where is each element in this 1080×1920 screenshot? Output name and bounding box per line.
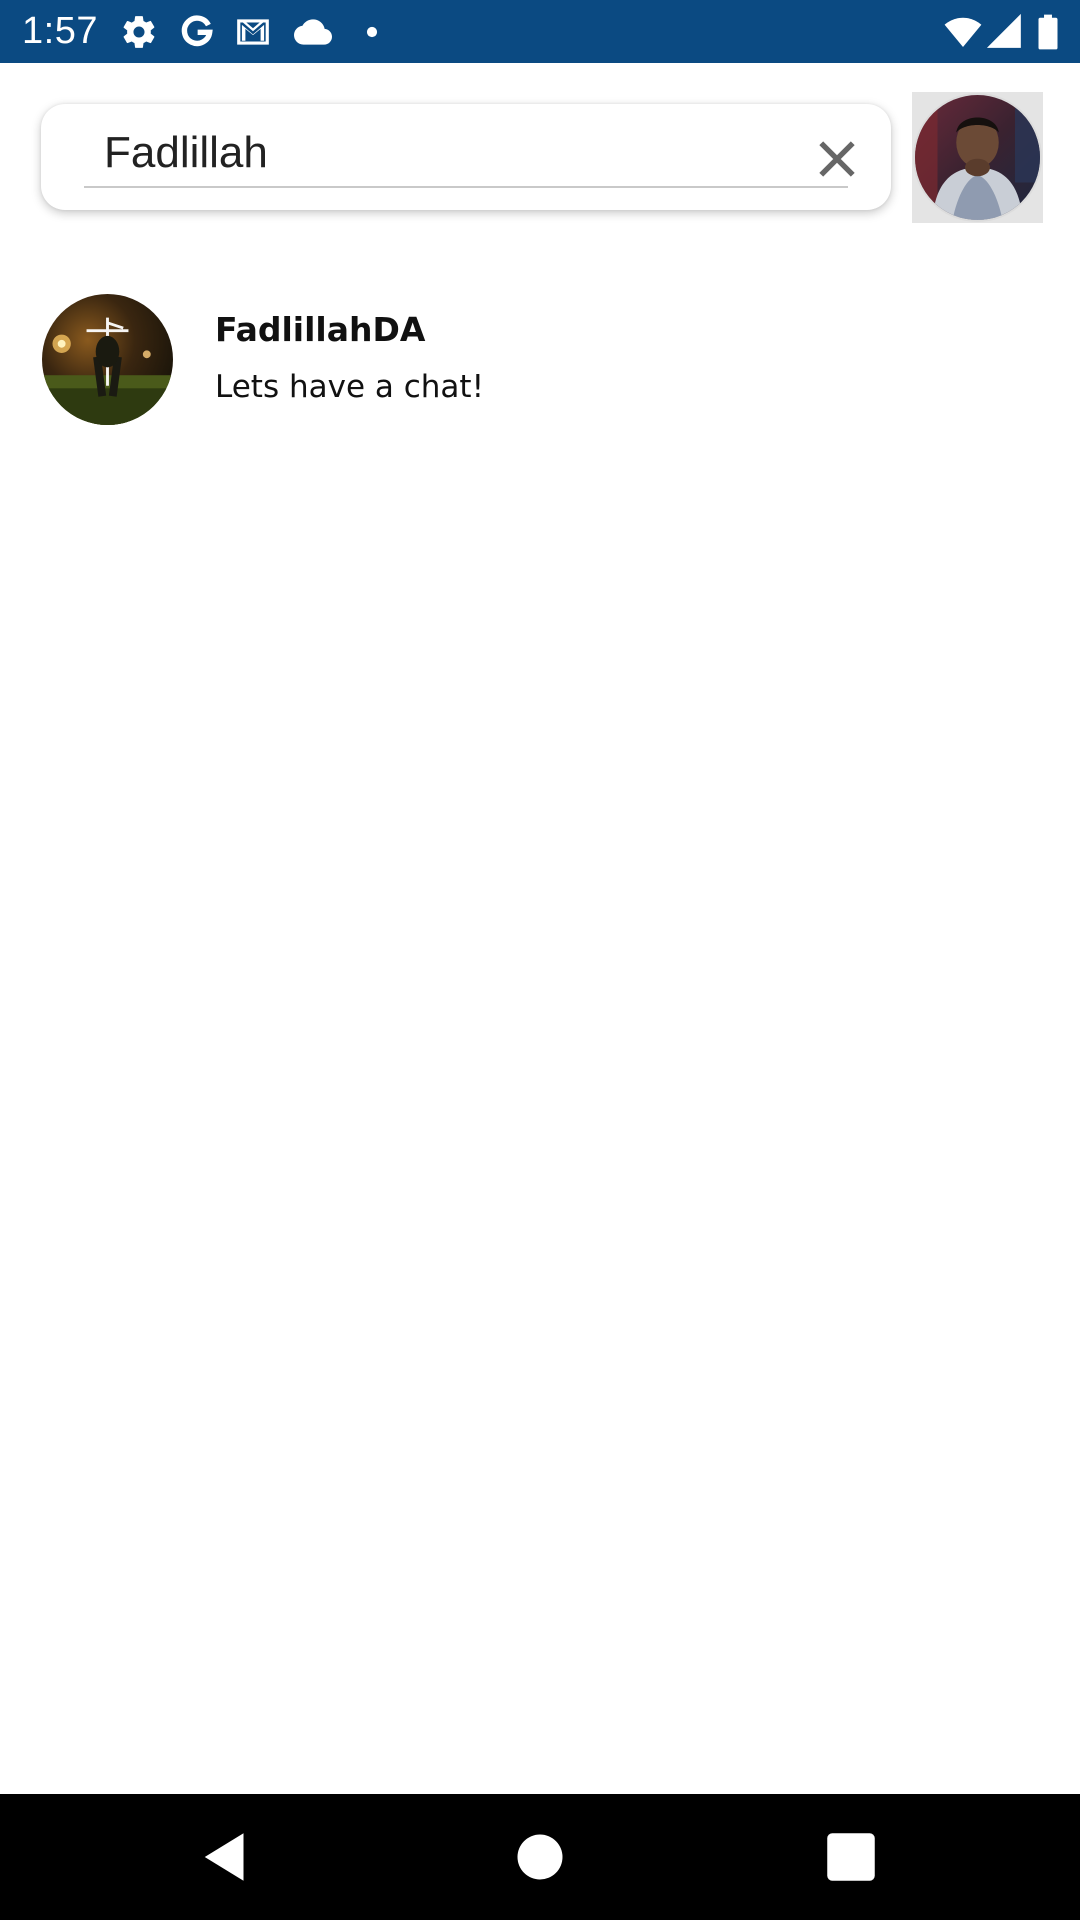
gmail-icon bbox=[234, 13, 272, 51]
list-item[interactable]: FadlillahDA Lets have a chat! bbox=[0, 280, 1080, 440]
avatar bbox=[42, 294, 173, 425]
search-underline bbox=[84, 186, 848, 188]
navigation-bar bbox=[0, 1794, 1080, 1920]
profile-avatar-button[interactable] bbox=[912, 92, 1043, 223]
status-time: 1:57 bbox=[22, 10, 98, 52]
search-bar bbox=[41, 104, 891, 210]
user-avatar-image bbox=[915, 95, 1040, 220]
battery-icon bbox=[1034, 13, 1062, 51]
cloud-icon bbox=[294, 13, 332, 51]
back-icon bbox=[204, 1833, 244, 1881]
google-icon bbox=[178, 13, 216, 51]
dot-icon bbox=[352, 13, 392, 51]
search-input[interactable] bbox=[84, 122, 804, 184]
home-icon bbox=[517, 1834, 563, 1880]
contact-name: FadlillahDA bbox=[215, 310, 426, 349]
cell-signal-icon bbox=[986, 13, 1024, 51]
clear-search-button[interactable] bbox=[810, 132, 864, 186]
contact-avatar-image bbox=[42, 294, 173, 425]
settings-icon bbox=[120, 13, 158, 51]
recents-icon bbox=[827, 1833, 875, 1881]
recents-button[interactable] bbox=[821, 1827, 881, 1887]
contact-status: Lets have a chat! bbox=[215, 369, 484, 405]
home-button[interactable] bbox=[510, 1827, 570, 1887]
wifi-icon bbox=[942, 13, 984, 51]
profile-avatar bbox=[915, 95, 1040, 220]
back-button[interactable] bbox=[196, 1827, 256, 1887]
status-bar: 1:57 bbox=[0, 0, 1080, 63]
close-icon bbox=[819, 141, 855, 177]
